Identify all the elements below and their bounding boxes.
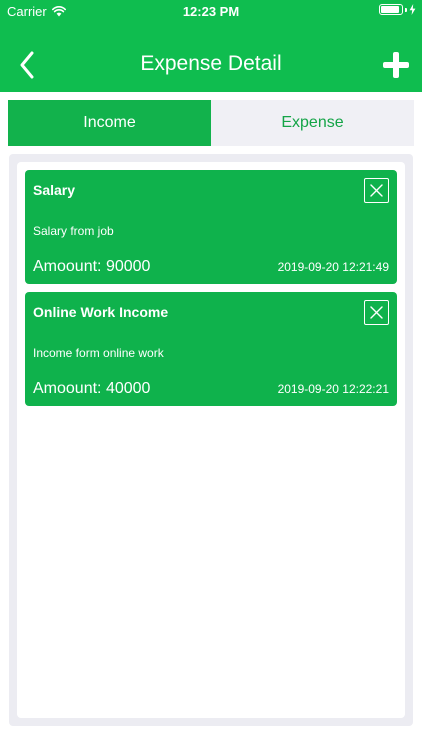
page-title: Expense Detail: [140, 52, 282, 75]
entry-amount: Amoount: 40000: [33, 380, 150, 398]
battery-icon: [379, 4, 403, 15]
close-icon: [370, 306, 383, 319]
entry-title: Salary: [33, 182, 76, 198]
delete-entry-button[interactable]: [364, 178, 389, 203]
app-screen: Carrier 12:23 PM Expense Detail Income E…: [0, 0, 422, 750]
entry-description: Salary from job: [33, 224, 114, 238]
entry-title: Online Work Income: [33, 304, 169, 320]
segmented-tabs: Income Expense: [8, 100, 414, 146]
tab-expense[interactable]: Expense: [211, 100, 414, 146]
tab-income[interactable]: Income: [8, 100, 211, 146]
amount-label: Amoount:: [33, 258, 102, 275]
amount-value: 90000: [105, 258, 151, 275]
entry-description: Income form online work: [33, 346, 164, 360]
battery-cap: [405, 7, 407, 12]
add-button[interactable]: [382, 51, 410, 79]
battery-fill: [381, 6, 399, 13]
entries-panel: Salary Salary from job Amoount: 90000 20…: [9, 154, 413, 726]
entry-datetime: 2019-09-20 12:22:21: [277, 382, 389, 396]
status-time: 12:23 PM: [182, 4, 240, 19]
header: Carrier 12:23 PM Expense Detail: [0, 0, 422, 92]
amount-value: 40000: [105, 380, 151, 397]
plus-icon: [383, 52, 409, 78]
entry-card-salary[interactable]: Salary Salary from job Amoount: 90000 20…: [25, 170, 397, 284]
entry-datetime: 2019-09-20 12:21:49: [277, 260, 389, 274]
navigation-bar: Expense Detail: [0, 22, 422, 92]
amount-label: Amoount:: [33, 380, 102, 397]
close-icon: [370, 184, 383, 197]
charging-bolt-icon: [409, 4, 416, 15]
entry-card-online-work[interactable]: Online Work Income Income form online wo…: [25, 292, 397, 406]
entries-list: Salary Salary from job Amoount: 90000 20…: [17, 162, 405, 718]
delete-entry-button[interactable]: [364, 300, 389, 325]
entry-amount: Amoount: 90000: [33, 258, 150, 276]
battery-indicator: [379, 4, 416, 15]
status-bar: Carrier 12:23 PM: [0, 0, 422, 22]
